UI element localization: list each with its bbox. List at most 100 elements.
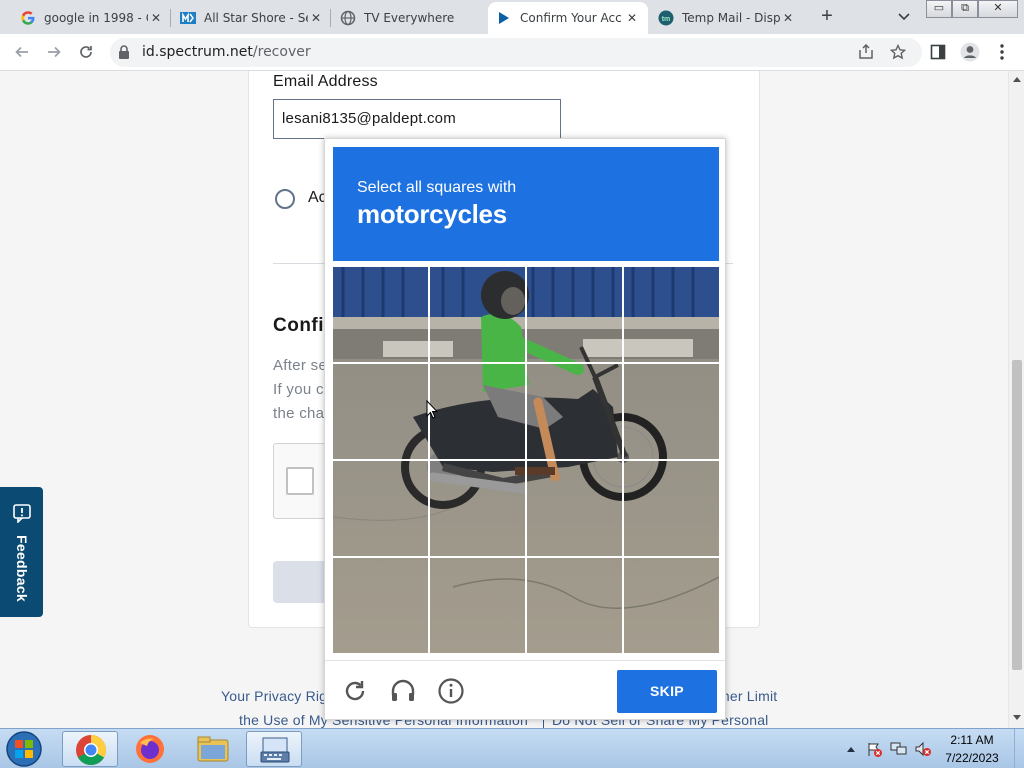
- grid-cell[interactable]: [430, 461, 526, 557]
- action-center-flag-icon[interactable]: [866, 741, 882, 757]
- tab-separator: [170, 9, 171, 27]
- grid-cell[interactable]: [430, 267, 526, 363]
- grid-cell[interactable]: [527, 267, 623, 363]
- profile-avatar-icon[interactable]: [960, 42, 980, 62]
- firefox-icon: [136, 735, 164, 763]
- grid-cell[interactable]: [527, 558, 623, 653]
- taskbar-firefox[interactable]: [122, 731, 178, 767]
- grid-cell[interactable]: [624, 267, 719, 363]
- address-bar[interactable]: id.spectrum.net/recover: [110, 38, 922, 67]
- new-tab-button[interactable]: +: [815, 5, 839, 29]
- back-button[interactable]: [10, 40, 34, 64]
- tab-allstar[interactable]: All Star Shore - Se ✕: [172, 2, 332, 34]
- tab-strip: google in 1998 - G ✕ All Star Shore - Se…: [0, 0, 1024, 34]
- forward-arrow-icon: [48, 46, 61, 58]
- side-panel-icon[interactable]: [928, 42, 948, 62]
- taskbar-chrome[interactable]: [62, 731, 118, 767]
- grid-cell[interactable]: [624, 461, 719, 557]
- challenge-footer: SKIP: [325, 660, 725, 720]
- chrome-icon: [76, 735, 107, 766]
- keyboard-app-icon: [260, 737, 290, 763]
- menu-kebab-icon[interactable]: [992, 42, 1012, 62]
- globe-icon: [340, 10, 356, 26]
- email-field[interactable]: lesani8135@paldept.com: [273, 99, 561, 139]
- grid-cell[interactable]: [527, 364, 623, 460]
- close-tab-icon[interactable]: ✕: [308, 10, 324, 26]
- close-tab-icon[interactable]: ✕: [148, 10, 164, 26]
- tab-confirm-account[interactable]: Confirm Your Acc ✕: [488, 2, 648, 34]
- spectrum-play-icon: [496, 10, 512, 26]
- grid-cell[interactable]: [527, 461, 623, 557]
- consumer-limit-link[interactable]: mer Limit: [718, 688, 777, 704]
- tab-google[interactable]: google in 1998 - G ✕: [12, 2, 172, 34]
- challenge-image-grid: [333, 267, 719, 653]
- feedback-label: Feedback: [14, 535, 30, 602]
- show-desktop-button[interactable]: [1014, 729, 1024, 768]
- clock-date[interactable]: 7/22/2023: [932, 751, 1012, 765]
- forward-button[interactable]: [42, 40, 66, 64]
- challenge-target: motorcycles: [357, 199, 507, 229]
- url-path: /recover: [252, 44, 311, 60]
- file-explorer-icon: [197, 736, 229, 762]
- grid-cell[interactable]: [430, 364, 526, 460]
- url-host: id.spectrum.net: [142, 44, 253, 60]
- tab-temp-mail[interactable]: tm Temp Mail - Dispo ✕: [650, 2, 804, 34]
- grid-cell[interactable]: [624, 364, 719, 460]
- description-line: If you c: [273, 381, 324, 398]
- tray-expand-icon[interactable]: [846, 745, 856, 753]
- volume-muted-icon[interactable]: [914, 741, 932, 757]
- scroll-up-arrow-icon[interactable]: [1013, 77, 1021, 82]
- captcha-challenge: Select all squares with motorcycles SKIP: [324, 138, 726, 720]
- headphones-icon[interactable]: [389, 677, 417, 705]
- lock-icon[interactable]: [118, 45, 130, 64]
- skip-button[interactable]: SKIP: [617, 670, 717, 713]
- tempmail-icon: tm: [658, 10, 674, 26]
- grid-cell[interactable]: [333, 364, 429, 460]
- tab-title: All Star Shore - Se: [204, 11, 308, 25]
- tab-tv-everywhere[interactable]: TV Everywhere: [332, 2, 486, 34]
- description-line: the cha: [273, 405, 325, 422]
- grid-cell[interactable]: [430, 558, 526, 653]
- start-button[interactable]: [4, 730, 44, 768]
- privacy-rights-link[interactable]: Your Privacy Rig: [221, 688, 327, 704]
- url-text[interactable]: id.spectrum.net/recover: [142, 44, 311, 60]
- close-tab-icon[interactable]: [462, 10, 478, 26]
- close-tab-icon[interactable]: ✕: [624, 10, 640, 26]
- account-radio[interactable]: [275, 189, 295, 209]
- google-icon: [20, 10, 36, 26]
- bookmark-star-icon[interactable]: [888, 42, 908, 62]
- maximize-button[interactable]: ⧉: [952, 0, 978, 18]
- captcha-checkbox[interactable]: [286, 467, 314, 495]
- challenge-prompt: Select all squares with: [357, 179, 517, 196]
- network-icon[interactable]: [890, 741, 908, 757]
- grid-cell[interactable]: [333, 558, 429, 653]
- windows-logo-icon: [6, 731, 42, 767]
- refresh-icon[interactable]: [341, 677, 369, 705]
- feedback-tab[interactable]: Feedback: [0, 487, 43, 617]
- taskbar-keyboard-app[interactable]: [246, 731, 302, 767]
- page-scrollbar[interactable]: [1008, 71, 1024, 728]
- grid-cell[interactable]: [333, 461, 429, 557]
- mouse-cursor-icon: [426, 400, 438, 419]
- minimize-button[interactable]: ▭: [926, 0, 952, 18]
- taskbar-file-explorer[interactable]: [186, 731, 242, 767]
- close-tab-icon[interactable]: ✕: [780, 10, 796, 26]
- tab-title: TV Everywhere: [364, 11, 455, 25]
- clock-time[interactable]: 2:11 AM: [932, 733, 1012, 747]
- grid-cell[interactable]: [333, 267, 429, 363]
- scrollbar-thumb[interactable]: [1012, 360, 1022, 670]
- info-icon[interactable]: [437, 677, 465, 705]
- allstar-icon: [180, 10, 196, 26]
- svg-text:tm: tm: [662, 16, 671, 23]
- browser-toolbar: id.spectrum.net/recover: [0, 34, 1024, 71]
- email-label: Email Address: [273, 73, 378, 90]
- close-window-button[interactable]: ✕: [978, 0, 1018, 18]
- tab-separator: [330, 9, 331, 27]
- share-icon[interactable]: [856, 42, 876, 62]
- reload-button[interactable]: [74, 40, 98, 64]
- grid-cell[interactable]: [624, 558, 719, 653]
- tab-title: google in 1998 - G: [44, 11, 148, 25]
- tab-search-chevron-icon[interactable]: [896, 8, 912, 24]
- tab-title: Confirm Your Acc: [520, 11, 622, 25]
- scroll-down-arrow-icon[interactable]: [1013, 715, 1021, 720]
